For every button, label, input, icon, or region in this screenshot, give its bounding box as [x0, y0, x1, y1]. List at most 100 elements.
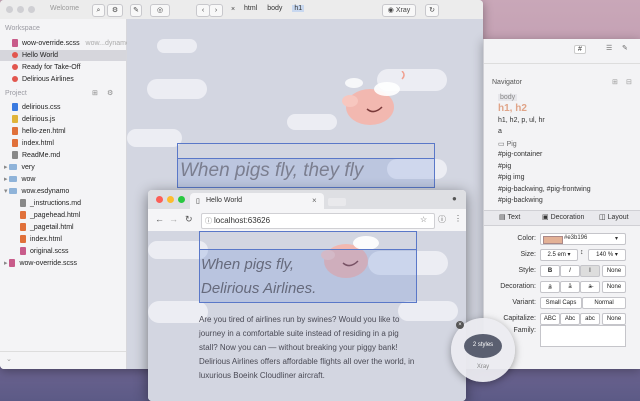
folder-icon [9, 164, 18, 171]
project-item[interactable]: _instructions.md [0, 198, 126, 209]
add-icon[interactable]: ⊞ [612, 78, 618, 86]
search-icon[interactable]: ⌕ [92, 4, 105, 17]
disclosure-icon[interactable]: ▸ [4, 176, 8, 183]
project-item[interactable]: index.html [0, 234, 126, 245]
minimize-button[interactable] [167, 196, 174, 203]
eye-icon: ◉ [387, 7, 396, 14]
breadcrumb-item[interactable]: html [244, 5, 257, 12]
breadcrumb-item[interactable]: body [267, 5, 282, 12]
pen-icon[interactable]: ✎ [130, 4, 142, 17]
disclosure-icon[interactable]: ▾ [4, 188, 8, 195]
close-button[interactable] [156, 196, 163, 203]
doc-icon [12, 76, 18, 83]
uppercase-button[interactable]: ABC [540, 313, 560, 325]
italic-active-button[interactable]: I [580, 265, 600, 277]
back-arrow-icon[interactable]: ‹ [196, 4, 210, 17]
project-item[interactable]: hello-zen.html [0, 126, 126, 137]
project-item[interactable]: _pagetail.html [0, 222, 126, 233]
list-icon[interactable]: ☰ [606, 44, 612, 52]
strike-button[interactable]: a̶ [580, 281, 600, 293]
close-tab-icon[interactable]: × [312, 196, 317, 205]
url-field[interactable]: ⓘ localhost:63626 ☆ [201, 213, 435, 229]
disclosure-icon[interactable]: ▸ [4, 260, 8, 267]
close-small-icon[interactable]: × [228, 4, 238, 15]
wrench-icon[interactable]: ✎ [622, 44, 628, 52]
project-item[interactable]: ReadMe.md [0, 150, 126, 161]
info-small-icon: ⓘ [205, 218, 212, 225]
bold-button[interactable]: B [540, 265, 560, 277]
zoom-button[interactable] [28, 6, 35, 13]
project-item[interactable]: delirious.css [0, 102, 126, 113]
close-button[interactable] [6, 6, 13, 13]
target-icon[interactable]: ◎ [150, 4, 170, 17]
tab-layout[interactable]: ◫ Layout [599, 213, 629, 221]
capitalize-none-button[interactable]: None [602, 313, 626, 325]
reload-icon[interactable]: ↻ [185, 214, 193, 225]
settings-icon[interactable]: ⚙ [107, 4, 123, 17]
xray-button[interactable]: ◉ Xray [382, 4, 416, 17]
remove-icon[interactable]: ⊟ [626, 78, 632, 86]
normal-button[interactable]: Normal [582, 297, 626, 309]
underline-button[interactable]: a̲ [540, 281, 560, 293]
close-icon[interactable]: × [456, 321, 464, 329]
new-tab-button[interactable] [328, 198, 346, 206]
zoom-button[interactable] [178, 196, 185, 203]
variant-label: Variant: [512, 299, 536, 306]
breadcrumb-item[interactable]: h1 [292, 5, 305, 12]
selector-item[interactable]: #pig-backwing [498, 197, 543, 204]
selector-item[interactable]: h1, h2 [498, 103, 527, 114]
project-item[interactable]: index.html [0, 138, 126, 149]
style-none-button[interactable]: None [602, 265, 626, 277]
tab-text[interactable]: ▤ Text [499, 213, 520, 221]
workspace-item[interactable]: wow-override.scss wow...dynamo [0, 38, 130, 49]
selector-item[interactable]: body [498, 94, 518, 101]
workspace-item[interactable]: Hello World [0, 50, 126, 61]
project-item[interactable]: ▸ wow-override.scss [0, 258, 126, 269]
size-field[interactable]: 2.5 em ▾ [540, 249, 578, 261]
project-item[interactable]: original.scss [0, 246, 126, 257]
italic-button[interactable]: I [560, 265, 580, 277]
menu-icon[interactable]: ⋮ [454, 214, 462, 223]
item-label: Delirious Airlines [22, 76, 74, 83]
selector-item[interactable]: #pig-container [498, 151, 542, 158]
overline-button[interactable]: ā [560, 281, 580, 293]
project-folder[interactable]: ▸ very [0, 162, 126, 173]
page-icon: ▯ [196, 198, 200, 205]
tab-decoration[interactable]: ▣ Decoration [542, 213, 584, 221]
profile-icon[interactable]: ● [452, 194, 457, 203]
expand-icon[interactable]: ⌄ [6, 355, 12, 363]
project-folder[interactable]: ▸ wow [0, 174, 126, 185]
project-folder[interactable]: ▾ wow.esdynamo [0, 186, 126, 197]
project-item[interactable]: delirious.js [0, 114, 126, 125]
project-item[interactable]: _pagehead.html [0, 210, 126, 221]
back-icon[interactable]: ← [155, 214, 164, 224]
star-icon[interactable]: ☆ [420, 215, 427, 224]
selector-button[interactable]: # [574, 45, 586, 54]
decoration-none-button[interactable]: None [602, 281, 626, 293]
line-height-field[interactable]: 140 % ▾ [588, 249, 626, 261]
smallcaps-button[interactable]: Small Caps [540, 297, 582, 309]
selector-item[interactable]: #pig [498, 163, 511, 170]
reload-icon[interactable]: ↻ [425, 4, 439, 17]
browser-tab[interactable]: ▯ Hello World × [190, 193, 324, 209]
minimize-button[interactable] [17, 6, 24, 13]
forward-icon[interactable]: → [169, 214, 178, 224]
new-file-icon[interactable]: ⊞ [92, 89, 98, 97]
selector-item[interactable]: a [498, 128, 502, 135]
info-icon[interactable]: ⓘ [438, 214, 446, 225]
disclosure-icon[interactable]: ▸ [4, 164, 8, 171]
capitalize-button[interactable]: Abc [560, 313, 580, 325]
xray-popup[interactable]: × 2 styles Xray [451, 318, 515, 382]
selector-item[interactable]: h1, h2, p, ul, hr [498, 117, 545, 124]
color-picker[interactable]: #e3b196 ▾ [540, 233, 626, 245]
family-field[interactable] [540, 325, 626, 347]
workspace-item[interactable]: Ready for Take-Off [0, 62, 126, 73]
gear-icon[interactable]: ⚙ [107, 89, 113, 97]
workspace-item[interactable]: Delirious Airlines [0, 74, 126, 85]
selector-item[interactable]: ▭ Pig [498, 140, 517, 148]
selector-item[interactable]: #pig-backwing, #pig-frontwing [498, 186, 591, 193]
lowercase-button[interactable]: abc [580, 313, 600, 325]
forward-arrow-icon[interactable]: › [209, 4, 223, 17]
line-height-value: 140 % [596, 252, 614, 258]
selector-item[interactable]: #pig img [498, 174, 524, 181]
